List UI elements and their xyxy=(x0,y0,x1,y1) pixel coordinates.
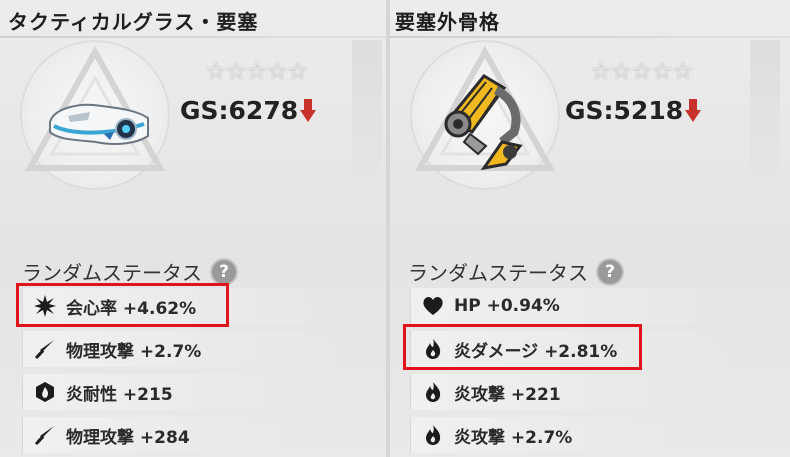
item-title: タクティカルグラス・要塞 xyxy=(8,10,259,34)
stat-row: 炎攻撃 +221 xyxy=(410,374,741,410)
stat-row: 物理攻撃 +284 xyxy=(22,417,353,453)
exoskeleton-icon xyxy=(444,74,523,171)
stat-text: 炎耐性 +215 xyxy=(66,384,173,405)
heart-icon xyxy=(421,294,445,318)
highlight-box xyxy=(16,283,229,327)
background-watermark xyxy=(750,40,780,190)
help-icon[interactable]: ? xyxy=(596,257,624,286)
stat-text: 物理攻撃 +284 xyxy=(66,427,190,448)
stat-row: 物理攻撃 +2.7% xyxy=(22,331,353,367)
gear-score-value: GS:6278 xyxy=(180,96,299,125)
stat-row: 炎耐性 +215 xyxy=(22,374,353,410)
gear-card-left: タクティカルグラス・要塞 ☆☆☆☆☆ GS:6278 ランダムステータス ? 会… xyxy=(0,0,386,457)
stat-text: 炎攻撃 +2.7% xyxy=(454,427,573,448)
stat-text: 物理攻撃 +2.7% xyxy=(66,341,202,362)
score-down-arrow-icon xyxy=(685,98,702,122)
random-stats-title: ランダムステータス xyxy=(22,261,202,285)
random-stats-heading: ランダムステータス ? xyxy=(22,257,238,286)
stat-row: 炎攻撃 +2.7% xyxy=(410,417,741,453)
rarity-stars: ☆☆☆☆☆ xyxy=(205,57,309,85)
random-stats-heading: ランダムステータス ? xyxy=(408,257,624,286)
gear-score: GS:6278 xyxy=(180,96,317,125)
stat-text: 炎攻撃 +221 xyxy=(454,384,561,405)
item-title: 要塞外骨格 xyxy=(395,10,500,34)
flame-icon xyxy=(421,380,445,404)
sword-icon xyxy=(33,337,57,361)
random-stats-title: ランダムステータス xyxy=(408,261,588,285)
gear-score-value: GS:5218 xyxy=(565,96,684,125)
help-icon[interactable]: ? xyxy=(210,257,238,286)
gear-score: GS:5218 xyxy=(565,96,702,125)
rarity-stars: ☆☆☆☆☆ xyxy=(590,57,694,85)
tactical-glasses-icon xyxy=(49,103,149,145)
title-divider xyxy=(0,36,386,38)
highlight-box xyxy=(403,324,642,370)
stat-text: HP +0.94% xyxy=(454,296,560,316)
title-divider xyxy=(390,36,790,38)
gear-card-right: 要塞外骨格 ☆☆☆☆☆ GS:5218 ランダムステータス ? HP +0.94… xyxy=(390,0,790,457)
score-down-arrow-icon xyxy=(300,98,317,122)
flame-icon xyxy=(421,423,445,447)
gear-compare-screen: タクティカルグラス・要塞 ☆☆☆☆☆ GS:6278 ランダムステータス ? 会… xyxy=(0,0,790,457)
background-watermark xyxy=(352,40,382,190)
flame-shield-icon xyxy=(33,380,57,404)
stat-row: HP +0.94% xyxy=(410,288,741,324)
sword-icon xyxy=(33,423,57,447)
